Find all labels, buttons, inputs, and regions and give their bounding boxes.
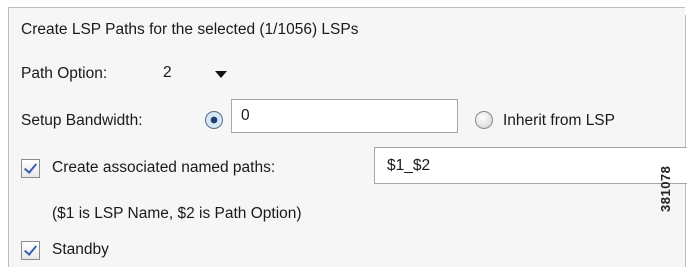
panel-title: Create LSP Paths for the selected (1/105… bbox=[21, 21, 359, 38]
standby-label[interactable]: Standby bbox=[52, 240, 109, 260]
bandwidth-custom-radio[interactable] bbox=[205, 111, 223, 129]
setup-bandwidth-label: Setup Bandwidth: bbox=[21, 112, 143, 129]
setup-bandwidth-input[interactable] bbox=[231, 99, 458, 133]
create-named-paths-label[interactable]: Create associated named paths: bbox=[52, 158, 275, 178]
named-paths-hint: ($1 is LSP Name, $2 is Path Option) bbox=[52, 205, 302, 222]
path-option-dropdown[interactable]: 2 bbox=[155, 58, 241, 90]
named-paths-input[interactable] bbox=[374, 147, 687, 184]
path-option-value: 2 bbox=[163, 64, 172, 81]
create-named-paths-checkbox[interactable] bbox=[21, 159, 40, 178]
lsp-paths-panel: Create LSP Paths for the selected (1/105… bbox=[8, 7, 687, 267]
checkmark-icon bbox=[23, 160, 38, 174]
chevron-down-icon[interactable] bbox=[215, 71, 227, 78]
path-option-label: Path Option: bbox=[21, 65, 108, 82]
inherit-from-lsp-label[interactable]: Inherit from LSP bbox=[503, 111, 615, 131]
inherit-from-lsp-radio[interactable] bbox=[475, 111, 493, 129]
standby-checkbox[interactable] bbox=[21, 241, 40, 260]
figure-id: 381078 bbox=[658, 165, 673, 212]
checkmark-icon bbox=[23, 242, 38, 256]
